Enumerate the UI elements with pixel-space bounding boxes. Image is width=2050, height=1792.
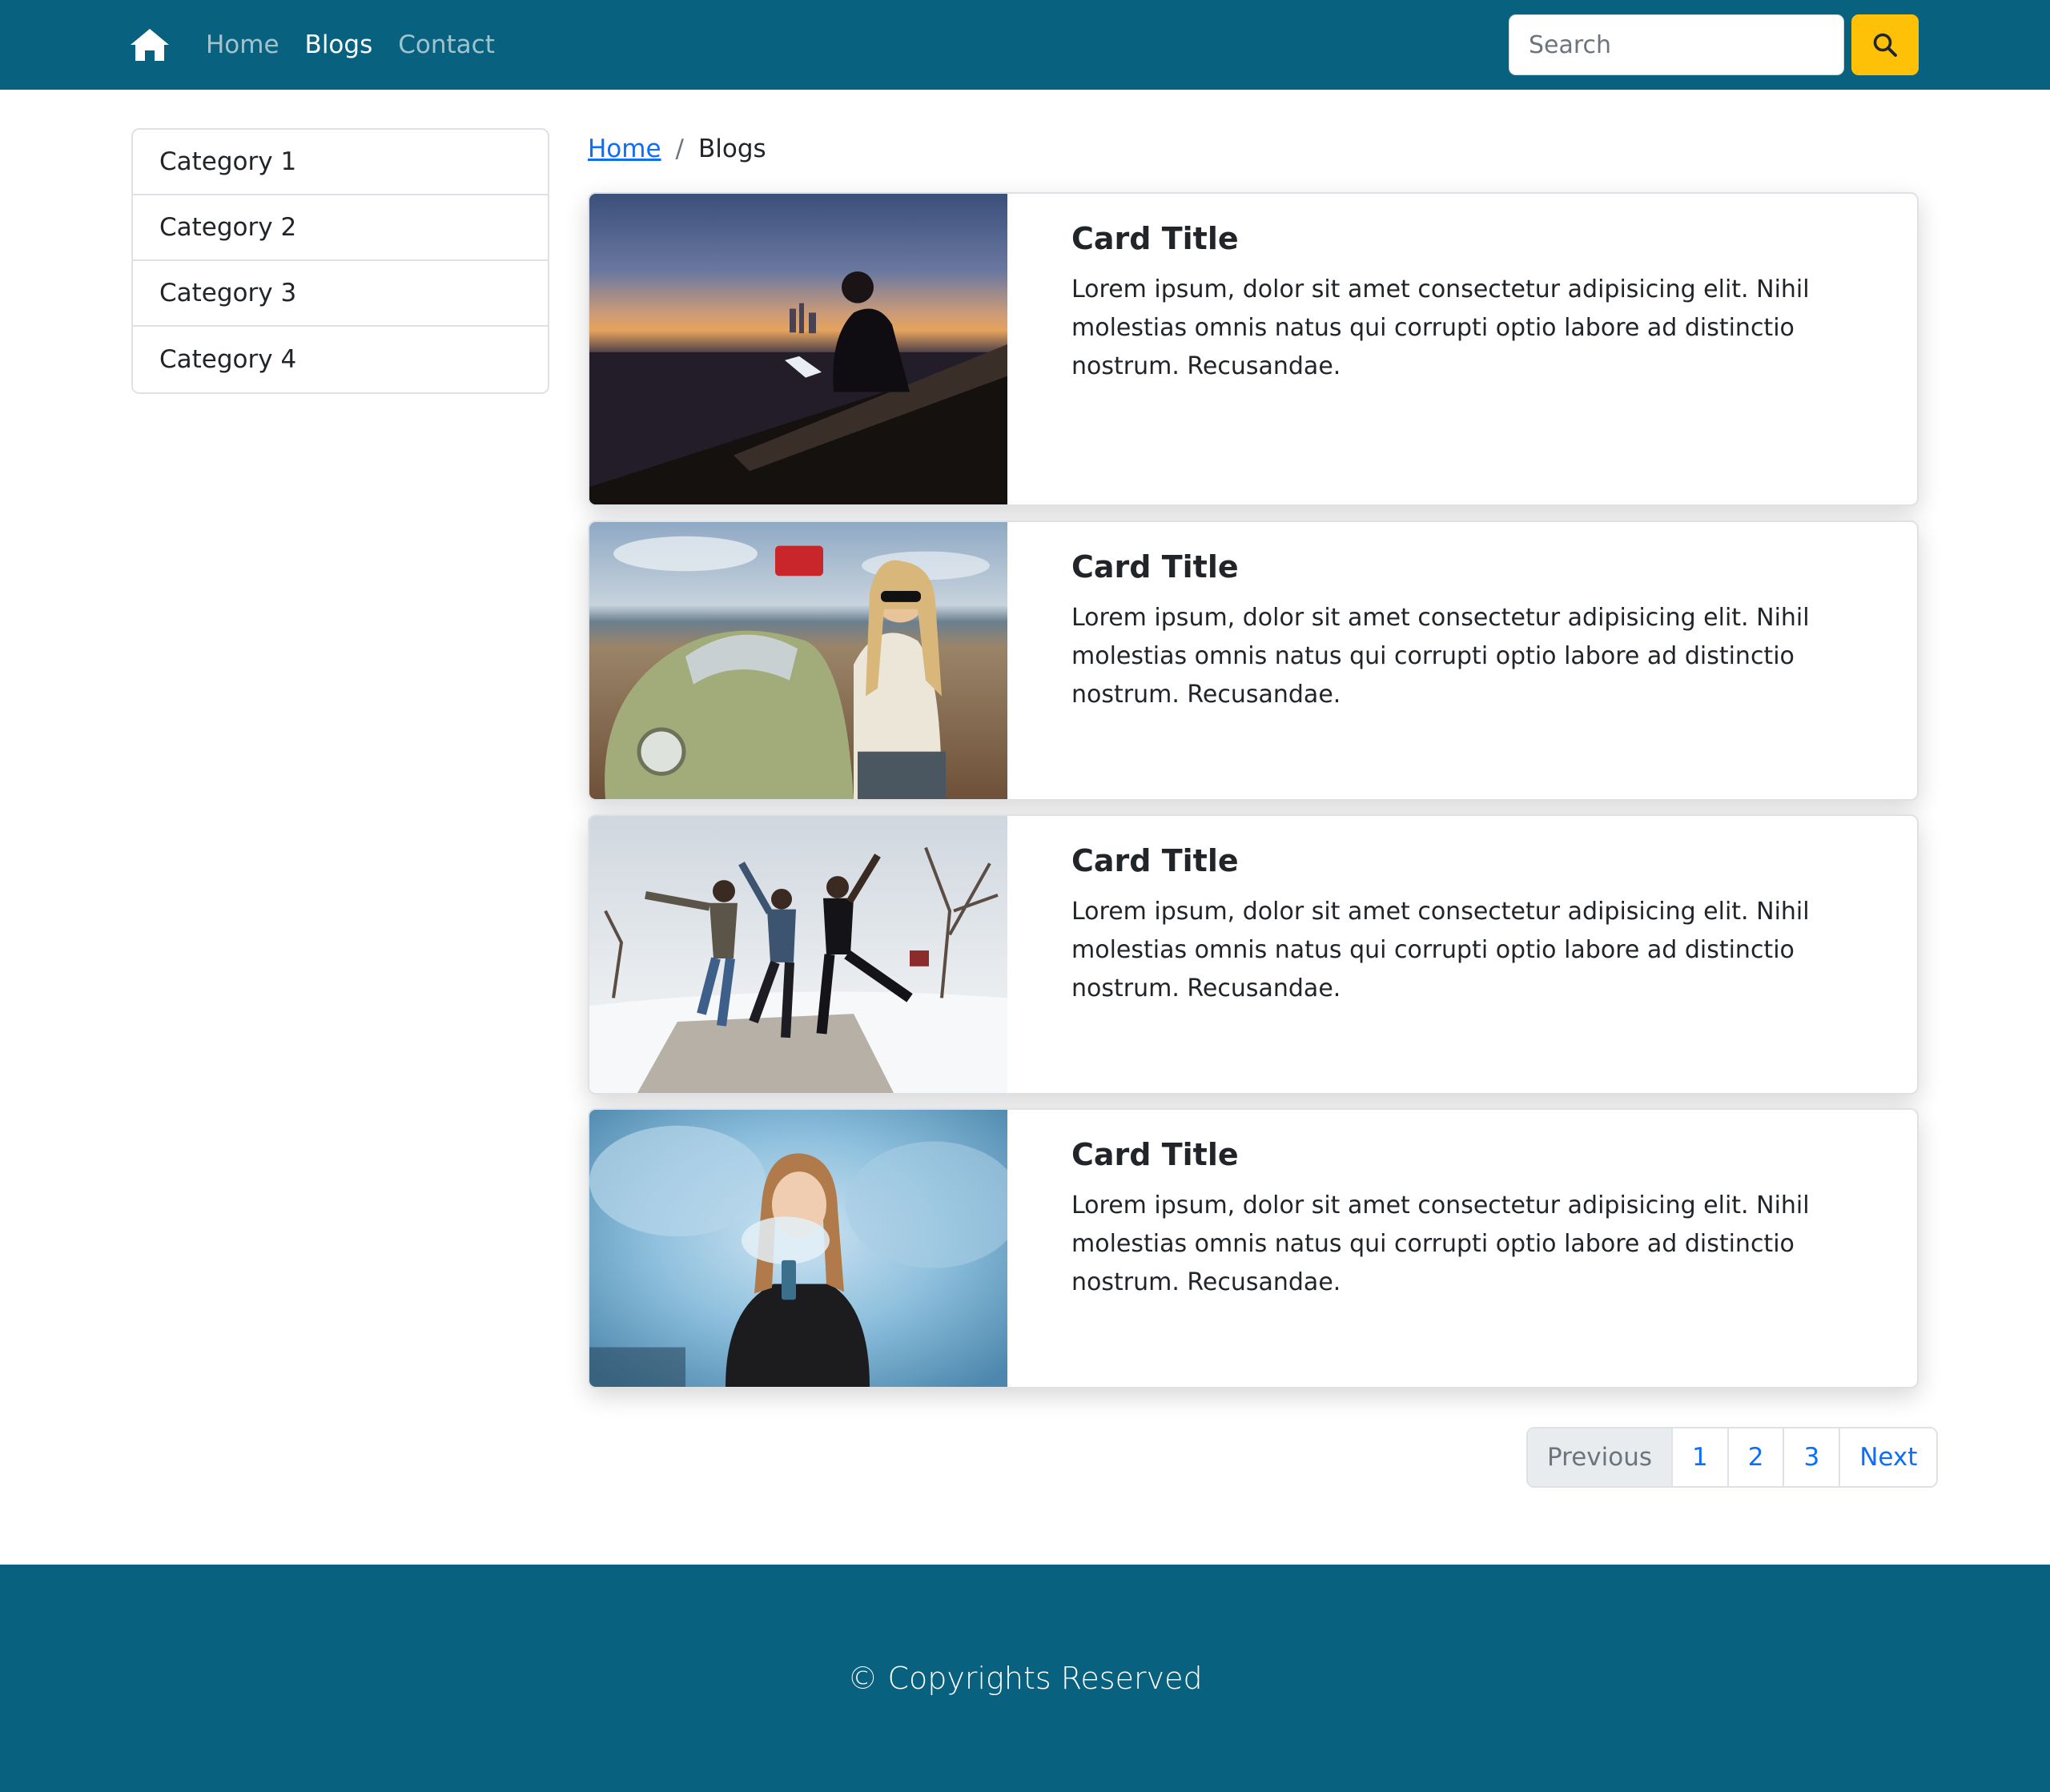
blog-card[interactable]: Card Title Lorem ipsum, dolor sit amet c… (588, 814, 1919, 1095)
category-item-3[interactable]: Category 3 (133, 261, 548, 327)
card-text: Lorem ipsum, dolor sit amet consectetur … (1071, 897, 1810, 1002)
nav-links: Home Blogs Contact (206, 0, 495, 90)
home-icon[interactable] (130, 27, 170, 62)
card-body: Card Title Lorem ipsum, dolor sit amet c… (1071, 816, 1880, 1008)
breadcrumb: Home / Blogs (588, 130, 766, 168)
breadcrumb-current: Blogs (698, 135, 766, 163)
category-item-1[interactable]: Category 1 (133, 130, 548, 195)
pagination-page-1[interactable]: 1 (1671, 1428, 1727, 1486)
blog-card[interactable]: Card Title Lorem ipsum, dolor sit amet c… (588, 520, 1919, 801)
card-text: Lorem ipsum, dolor sit amet consectetur … (1071, 603, 1810, 709)
nav-link-contact[interactable]: Contact (398, 30, 495, 59)
pagination-page-3[interactable]: 3 (1783, 1428, 1839, 1486)
card-title: Card Title (1071, 549, 1239, 585)
card-body: Card Title Lorem ipsum, dolor sit amet c… (1071, 194, 1880, 386)
card-text: Lorem ipsum, dolor sit amet consectetur … (1071, 275, 1810, 380)
nav-link-blogs[interactable]: Blogs (305, 30, 373, 59)
card-title: Card Title (1071, 1137, 1239, 1172)
pagination-next[interactable]: Next (1839, 1428, 1937, 1486)
breadcrumb-separator: / (675, 135, 684, 163)
card-title: Card Title (1071, 843, 1239, 878)
category-item-4[interactable]: Category 4 (133, 327, 548, 392)
category-list: Category 1 Category 2 Category 3 Categor… (131, 128, 549, 394)
card-title: Card Title (1071, 221, 1239, 256)
search-input[interactable] (1509, 14, 1844, 75)
pagination: Previous 1 2 3 Next (1526, 1427, 1939, 1488)
search-icon (1872, 32, 1898, 58)
woman-vintage-car-beach-photo (589, 522, 1007, 799)
woman-blue-smoke-photo (589, 1110, 1007, 1387)
copyright-text: © Copyrights Reserved (847, 1661, 1203, 1696)
category-item-2[interactable]: Category 2 (133, 195, 548, 261)
navbar: Home Blogs Contact (0, 0, 2050, 90)
footer: © Copyrights Reserved (0, 1565, 2050, 1792)
card-body: Card Title Lorem ipsum, dolor sit amet c… (1071, 1110, 1880, 1302)
nav-link-home[interactable]: Home (206, 30, 279, 59)
blog-card[interactable]: Card Title Lorem ipsum, dolor sit amet c… (588, 192, 1919, 506)
man-laptop-sunset-photo (589, 194, 1007, 504)
blog-card[interactable]: Card Title Lorem ipsum, dolor sit amet c… (588, 1108, 1919, 1388)
friends-jumping-snow-photo (589, 816, 1007, 1093)
card-body: Card Title Lorem ipsum, dolor sit amet c… (1071, 522, 1880, 714)
card-text: Lorem ipsum, dolor sit amet consectetur … (1071, 1191, 1810, 1296)
pagination-previous[interactable]: Previous (1528, 1428, 1672, 1486)
pagination-page-2[interactable]: 2 (1726, 1428, 1783, 1486)
search-button[interactable] (1851, 14, 1919, 75)
breadcrumb-home-link[interactable]: Home (588, 135, 661, 163)
